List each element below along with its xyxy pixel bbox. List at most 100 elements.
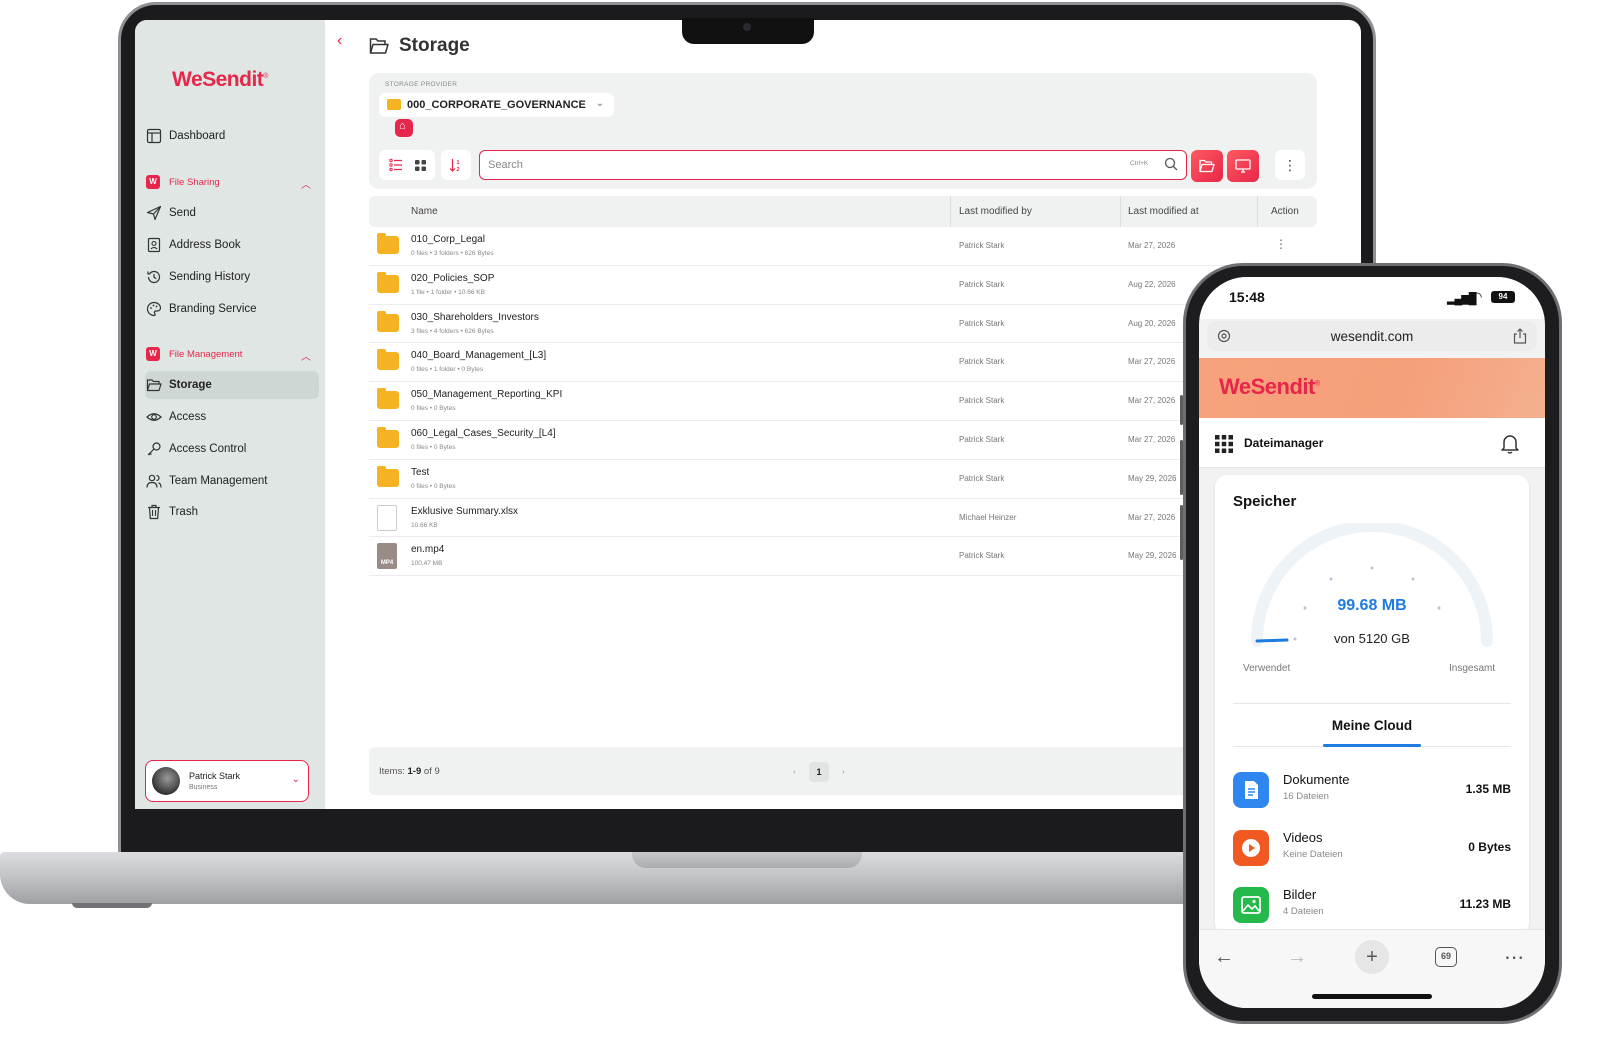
more-dots-icon[interactable]: ⋯ [1497, 940, 1531, 974]
storage-provider-select[interactable]: 000_CORPORATE_GOVERNANCE ⌄ [379, 93, 614, 117]
file-table: Name Last modified by Last modified at A… [369, 196, 1317, 577]
folder-icon [377, 465, 399, 487]
file-name[interactable]: Exklusive Summary.xlsx [411, 506, 518, 517]
brand-logo-text: WeSendit [1219, 374, 1315, 399]
table-row[interactable]: 010_Corp_Legal 0 files • 3 folders • 626… [369, 227, 1317, 266]
modified-by: Patrick Stark [959, 473, 1005, 483]
file-name[interactable]: 020_Policies_SOP [411, 273, 494, 284]
folder-plus-icon [1199, 159, 1215, 173]
search-shortcut-hint: Ctrl+K [1130, 160, 1149, 167]
laptop-foot [72, 903, 152, 908]
table-row[interactable]: 060_Legal_Cases_Security_[L4] 0 files • … [369, 421, 1317, 460]
sidebar-group-file-sharing[interactable]: W File Sharing ︿ [145, 172, 319, 192]
address-book-icon [147, 237, 161, 253]
back-arrow-icon[interactable]: ‹ [337, 32, 342, 50]
sidebar-item-address-book[interactable]: Address Book [145, 231, 319, 259]
file-meta: 0 files • 1 folder • 0 Bytes [411, 366, 484, 374]
table-row[interactable]: MP4 en.mp4 100.47 MB Patrick Stark May 2… [369, 537, 1317, 577]
table-row[interactable]: 040_Board_Management_[L3] 0 files • 1 fo… [369, 343, 1317, 383]
column-header-modified-at[interactable]: Last modified at [1128, 206, 1199, 217]
list-view-icon[interactable] [388, 158, 403, 172]
sidebar-item-branding-service[interactable]: Branding Service [145, 295, 319, 323]
upload-device-button[interactable] [1227, 150, 1259, 182]
document-icon [1233, 772, 1269, 808]
column-header-modified-by[interactable]: Last modified by [959, 206, 1032, 217]
brand-logo[interactable]: WeSendit® [172, 68, 268, 92]
modified-by: Patrick Stark [959, 434, 1005, 444]
tabs-button[interactable]: 69 [1429, 940, 1463, 974]
svg-text:2: 2 [457, 167, 460, 172]
sort-button[interactable]: 12 [441, 150, 471, 180]
sidebar-item-send[interactable]: Send [145, 199, 319, 227]
phone-side-button [1180, 505, 1183, 560]
laptop-hinge-notch [632, 852, 862, 868]
share-icon[interactable] [1513, 328, 1527, 344]
file-meta: 0 files • 3 folders • 626 Bytes [411, 250, 494, 257]
table-row[interactable]: Exklusive Summary.xlsx 10.66 KB Michael … [369, 499, 1317, 538]
sidebar-item-dashboard[interactable]: Dashboard [145, 122, 319, 150]
sort-icon: 12 [449, 159, 460, 172]
bell-icon[interactable] [1499, 432, 1521, 454]
back-arrow-icon[interactable]: ← [1207, 940, 1241, 974]
table-row[interactable]: Test 0 files • 0 Bytes Patrick Stark May… [369, 460, 1317, 499]
table-row[interactable]: 050_Management_Reporting_KPI 0 files • 0… [369, 382, 1317, 421]
sidebar-item-access-control[interactable]: Access Control [145, 435, 319, 463]
page-number[interactable]: 1 [809, 762, 829, 782]
file-name[interactable]: 040_Board_Management_[L3] [411, 350, 546, 361]
file-meta: 0 files • 0 Bytes [411, 405, 456, 413]
sidebar-item-storage[interactable]: Storage [145, 371, 319, 399]
sidebar-item-label: Access [169, 411, 207, 423]
sidebar-item-sending-history[interactable]: Sending History [145, 263, 319, 291]
file-name[interactable]: 050_Management_Reporting_KPI [411, 389, 562, 400]
file-name[interactable]: en.mp4 [411, 544, 444, 555]
forward-arrow-icon[interactable]: → [1280, 940, 1314, 974]
new-folder-button[interactable] [1191, 150, 1223, 182]
file-name[interactable]: 010_Corp_Legal [411, 234, 485, 245]
sidebar-item-team-management[interactable]: Team Management [145, 467, 319, 495]
row-actions-kebab-icon[interactable]: ⋮ [1275, 237, 1287, 251]
search-field[interactable]: Ctrl+K [479, 150, 1187, 180]
file-meta: 0 files • 0 Bytes [411, 443, 456, 451]
table-row[interactable]: 030_Shareholders_Investors 3 files • 4 f… [369, 305, 1317, 344]
grid-view-icon[interactable] [414, 159, 426, 171]
modified-at: May 29, 2026 [1128, 473, 1177, 483]
list-item-videos[interactable]: Videos Keine Dateien 0 Bytes [1233, 826, 1511, 870]
column-header-name[interactable]: Name [411, 206, 438, 217]
battery-icon: 94 [1491, 291, 1515, 303]
search-input[interactable] [480, 151, 1110, 178]
view-toggle[interactable] [379, 150, 435, 180]
item-name: Bilder [1283, 887, 1317, 902]
sidebar-item-trash[interactable]: Trash [145, 498, 319, 526]
more-options-button[interactable]: ⋮ [1275, 150, 1305, 180]
file-meta: 100.47 MB [411, 560, 443, 568]
sidebar-group-file-management[interactable]: W File Management ︿ [145, 344, 319, 364]
search-icon[interactable] [1164, 157, 1178, 171]
apps-grid-icon[interactable] [1215, 435, 1233, 453]
brand-logo[interactable]: WeSendit® [1219, 374, 1320, 400]
new-tab-plus-icon[interactable]: + [1355, 940, 1389, 974]
folder-icon [377, 426, 399, 448]
monitor-icon [1235, 159, 1251, 173]
home-breadcrumb-icon[interactable] [395, 119, 413, 137]
phone-screen: 15:48 ▂▄▆█ ◠ 94 wesendit.com WeSendit® D… [1199, 277, 1545, 1008]
column-header-action: Action [1271, 206, 1299, 217]
table-row[interactable]: 020_Policies_SOP 1 file • 1 folder • 10.… [369, 266, 1317, 305]
browser-address-bar[interactable]: wesendit.com [1207, 321, 1537, 351]
tab-meine-cloud[interactable]: Meine Cloud [1215, 718, 1529, 733]
column-divider [1120, 196, 1121, 227]
user-menu[interactable]: Patrick Stark Business ⌄ [145, 760, 309, 802]
file-name[interactable]: Test [411, 467, 429, 478]
previous-page-icon[interactable]: ‹ [793, 767, 796, 776]
sidebar-item-access[interactable]: Access [145, 403, 319, 431]
phone-side-button [1180, 440, 1183, 495]
items-count: Items: 1-9 of 9 [379, 766, 440, 777]
list-item-bilder[interactable]: Bilder 4 Dateien 11.23 MB [1233, 883, 1511, 927]
item-size: 11.23 MB [1459, 897, 1511, 911]
file-name[interactable]: 030_Shareholders_Investors [411, 312, 539, 323]
divider [1233, 703, 1511, 704]
next-page-icon[interactable]: › [842, 767, 845, 776]
file-name[interactable]: 060_Legal_Cases_Security_[L4] [411, 428, 556, 439]
folder-open-icon [369, 38, 389, 54]
team-icon [146, 474, 162, 488]
list-item-dokumente[interactable]: Dokumente 16 Dateien 1.35 MB [1233, 768, 1511, 812]
